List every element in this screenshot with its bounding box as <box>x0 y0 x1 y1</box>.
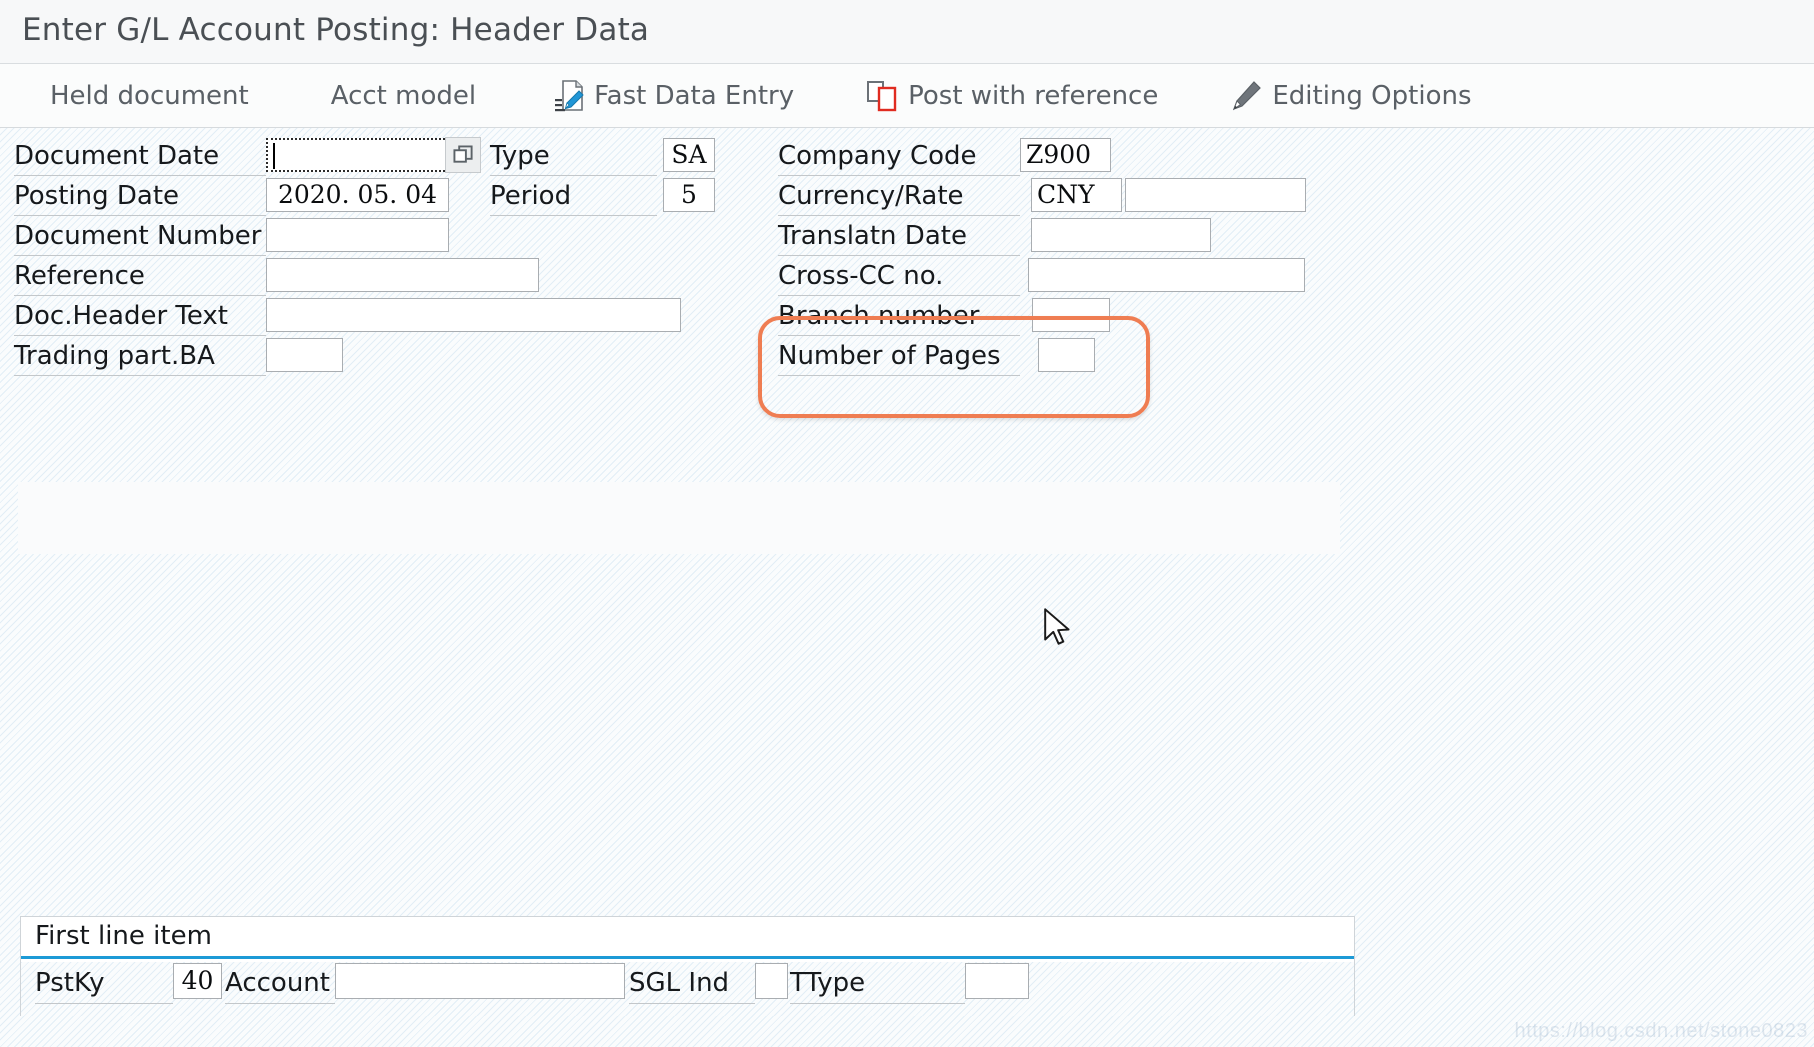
trading-part-ba-input[interactable] <box>266 338 343 372</box>
label-document-date: Document Date <box>14 136 266 176</box>
toolbar-button-fast-data-entry-label: Fast Data Entry <box>594 80 795 111</box>
label-period: Period <box>490 176 657 216</box>
label-account: Account <box>225 962 335 1004</box>
document-date-matchcode-button[interactable] <box>445 137 481 173</box>
label-number-of-pages: Number of Pages <box>778 336 1020 376</box>
label-trading-part-ba: Trading part.BA <box>14 336 266 376</box>
toolbar-button-acct-model[interactable]: Acct model <box>317 64 490 128</box>
label-sgl-ind: SGL Ind <box>629 962 755 1004</box>
branch-number-input[interactable] <box>1032 298 1110 332</box>
toolbar-button-editing-options-label: Editing Options <box>1272 80 1472 111</box>
toolbar-button-post-with-reference-label: Post with reference <box>908 80 1159 111</box>
content-panel <box>18 482 1340 554</box>
toolbar-button-fast-data-entry[interactable]: Fast Data Entry <box>540 64 808 128</box>
doc-header-text-input[interactable] <box>266 298 681 332</box>
document-number-input[interactable] <box>266 218 449 252</box>
label-cross-cc-no: Cross-CC no. <box>778 256 1020 296</box>
post-with-reference-icon <box>866 80 898 112</box>
currency-input[interactable]: CNY <box>1031 178 1122 212</box>
document-date-input[interactable] <box>266 138 449 172</box>
empty-work-area <box>0 554 1814 914</box>
label-pstky: PstKy <box>35 962 173 1004</box>
label-doc-header-text: Doc.Header Text <box>14 296 266 336</box>
toolbar-button-held-document[interactable]: Held document <box>36 64 263 128</box>
label-reference: Reference <box>14 256 266 296</box>
first-line-item-body: PstKy 40 Account SGL Ind TType <box>21 962 1354 1016</box>
first-line-item-title: First line item <box>35 921 212 951</box>
label-currency-rate: Currency/Rate <box>778 176 1020 216</box>
account-input[interactable] <box>335 963 625 999</box>
label-ttype: TType <box>790 962 965 1004</box>
fast-data-entry-icon <box>554 79 584 113</box>
toolbar-button-editing-options[interactable]: Editing Options <box>1216 64 1485 128</box>
reference-input[interactable] <box>266 258 539 292</box>
type-input[interactable]: SA <box>663 138 715 172</box>
toolbar-button-acct-model-label: Acct model <box>330 80 477 111</box>
window-title-bar: Enter G/L Account Posting: Header Data <box>0 0 1814 64</box>
label-type: Type <box>490 136 657 176</box>
sgl-ind-input[interactable] <box>755 963 788 999</box>
page-title: Enter G/L Account Posting: Header Data <box>22 12 650 48</box>
first-line-item-section: First line item PstKy 40 Account SGL Ind… <box>20 916 1355 1016</box>
first-line-item-header: First line item <box>21 917 1354 959</box>
pencil-icon <box>1230 80 1262 112</box>
toolbar-button-post-with-reference[interactable]: Post with reference <box>852 64 1172 128</box>
number-of-pages-input[interactable] <box>1038 338 1095 372</box>
label-posting-date: Posting Date <box>14 176 266 216</box>
label-document-number: Document Number <box>14 216 266 256</box>
toolbar: Held document Acct model Fast Data Entry <box>0 64 1814 128</box>
pstky-input[interactable]: 40 <box>173 963 222 999</box>
toolbar-button-held-document-label: Held document <box>50 80 249 111</box>
exchange-rate-input[interactable] <box>1125 178 1306 212</box>
label-company-code: Company Code <box>778 136 1020 176</box>
matchcode-icon <box>452 144 473 163</box>
company-code-input[interactable]: Z900 <box>1020 138 1111 172</box>
posting-date-input[interactable]: 2020. 05. 04 <box>266 178 449 212</box>
ttype-input[interactable] <box>965 963 1029 999</box>
mouse-cursor <box>1040 608 1074 650</box>
label-branch-number: Branch number <box>778 296 1020 336</box>
label-translatn-date: Translatn Date <box>778 216 1020 256</box>
period-input[interactable]: 5 <box>663 178 715 212</box>
watermark-text: https://blog.csdn.net/stone0823 <box>1514 1020 1808 1042</box>
cross-cc-no-input[interactable] <box>1028 258 1305 292</box>
translatn-date-input[interactable] <box>1031 218 1211 252</box>
